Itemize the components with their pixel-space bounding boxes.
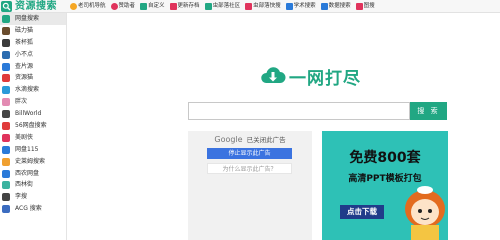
cloud-download-icon [261,67,286,83]
sidebar-item-9[interactable]: 56网盘搜索 [0,120,66,132]
stop-showing-ad-button[interactable]: 停止显示此广告 [207,148,292,159]
sidebar-item-6[interactable]: 水滴搜索 [0,84,66,96]
main-logo: 一网打尽 [260,58,380,94]
site-favicon-icon [2,62,10,71]
nav-link-4[interactable]: 虫部落社区 [204,0,241,13]
main-logo-text: 一网打尽 [289,68,361,89]
promo-download-button[interactable]: 点击下载 [340,205,384,219]
sidebar-item-label: 小不点 [15,50,34,58]
sidebar-item-3[interactable]: 小不点 [0,49,66,61]
chart-icon [320,3,328,10]
site-favicon-icon [2,121,10,130]
nav-link-0[interactable]: 老司机导航 [70,0,106,13]
site-favicon-icon [2,50,10,59]
search-input[interactable] [188,102,410,120]
promo-ad-title: 免费800套 [349,150,421,166]
sidebar-item-label: BillWorld [15,110,42,118]
site-favicon-icon [2,74,10,83]
heart-icon [110,3,118,10]
nav-link-1[interactable]: 赞助者 [110,0,136,13]
site-favicon-icon [2,181,10,190]
sidebar-item-16[interactable]: ACG 搜索 [0,203,66,215]
cartoon-girl-illustration [405,186,445,240]
site-logo[interactable]: 资源搜索 [1,0,57,13]
image-icon [355,3,363,10]
sidebar-item-12[interactable]: 史莱姆搜索 [0,156,66,168]
sidebar-item-13[interactable]: 西农网盘 [0,168,66,180]
sidebar-item-label: 史莱姆搜索 [15,157,46,165]
top-nav: 老司机导航 赞助者 自定义 更新存档 虫部落社区 虫部落快搜 学术搜索 数据搜索 图搜 [70,0,380,13]
nav-link-label: 数据搜索 [328,3,351,9]
ad-closed-notice: Google 已关闭此广告 [188,134,312,144]
sidebar-item-label: 茶杯狐 [15,38,34,46]
sidebar-item-label: 网盘115 [15,145,39,153]
sidebar-item-8[interactable]: BillWorld [0,108,66,120]
google-brand: Google [214,135,243,144]
sidebar-item-label: 磁力猫 [15,26,34,34]
nav-link-label: 赞助者 [118,3,136,9]
google-ad-panel: Google 已关闭此广告 停止显示此广告 为什么显示此广告？ [188,131,312,240]
nav-link-8[interactable]: 图搜 [355,0,375,13]
nav-link-2[interactable]: 自定义 [140,0,165,13]
sidebar-item-10[interactable]: 美剧侠 [0,132,66,144]
bug-icon [245,3,253,10]
sidebar-item-1[interactable]: 磁力猫 [0,25,66,37]
ad-closed-text: 已关闭此广告 [246,136,286,144]
graduation-cap-icon [285,3,293,10]
site-favicon-icon [2,193,10,202]
sidebar-item-label: 美剧侠 [15,133,34,141]
magnifier-icon [1,1,12,12]
site-favicon-icon [2,38,10,47]
nav-link-6[interactable]: 学术搜索 [285,0,316,13]
nav-link-5[interactable]: 虫部落快搜 [245,0,281,13]
nav-link-label: 学术搜索 [293,3,316,9]
sidebar-item-label: 查片源 [15,62,34,70]
sidebar-item-label: 资源猫 [15,74,34,82]
nav-link-label: 虫部落快搜 [253,3,281,9]
nav-link-7[interactable]: 数据搜索 [320,0,351,13]
sidebar-item-5[interactable]: 资源猫 [0,72,66,84]
site-favicon-icon [2,205,10,214]
sidebar-item-label: 胖次 [15,98,28,106]
archive-icon [169,3,177,10]
site-favicon-icon [2,133,10,142]
promo-ad-banner[interactable]: 免费800套 高清PPT模板打包 点击下载 [322,131,448,240]
sidebar-item-label: 56网盘搜索 [15,121,47,129]
sidebar-item-11[interactable]: 网盘115 [0,144,66,156]
sidebar-item-0[interactable]: 网盘搜索 [0,13,66,25]
site-favicon-icon [2,145,10,154]
nav-link-label: 虫部落社区 [212,3,241,9]
search-button[interactable]: 搜 索 [410,102,447,120]
star-icon [70,3,77,10]
nav-link-label: 更新存档 [177,3,200,9]
gear-icon [140,3,148,10]
nav-link-3[interactable]: 更新存档 [169,0,200,13]
sidebar-item-7[interactable]: 胖次 [0,96,66,108]
bug-icon [204,3,212,10]
site-favicon-icon [2,169,10,178]
sidebar-item-4[interactable]: 查片源 [0,61,66,73]
site-title: 资源搜索 [15,1,57,12]
sidebar-item-2[interactable]: 茶杯狐 [0,37,66,49]
sidebar-item-label: 西林街 [15,181,34,189]
sidebar-item-14[interactable]: 西林街 [0,179,66,191]
top-bar: 资源搜索 老司机导航 赞助者 自定义 更新存档 虫部落社区 虫部落快搜 学术搜索 数据搜索 图搜 [0,0,500,13]
sidebar-item-label: ACG 搜索 [15,205,42,213]
sidebar-item-15[interactable]: 李搜 [0,191,66,203]
site-favicon-icon [2,98,10,107]
site-favicon-icon [2,157,10,166]
site-favicon-icon [2,26,10,35]
site-favicon-icon [2,86,10,95]
sidebar-item-label: 水滴搜索 [15,86,40,94]
sidebar-item-label: 西农网盘 [15,169,40,177]
site-favicon-icon [2,14,10,23]
nav-link-label: 老司机导航 [78,3,106,9]
nav-link-label: 自定义 [148,3,165,9]
sidebar-item-label: 李搜 [15,193,28,201]
why-this-ad-button[interactable]: 为什么显示此广告？ [207,163,292,174]
nav-link-label: 图搜 [363,3,375,9]
sidebar-item-label: 网盘搜索 [15,14,40,22]
sidebar: 网盘搜索磁力猫茶杯狐小不点查片源资源猫水滴搜索胖次 BillWorld 56网盘搜索… [0,13,67,240]
site-favicon-icon [2,110,10,119]
